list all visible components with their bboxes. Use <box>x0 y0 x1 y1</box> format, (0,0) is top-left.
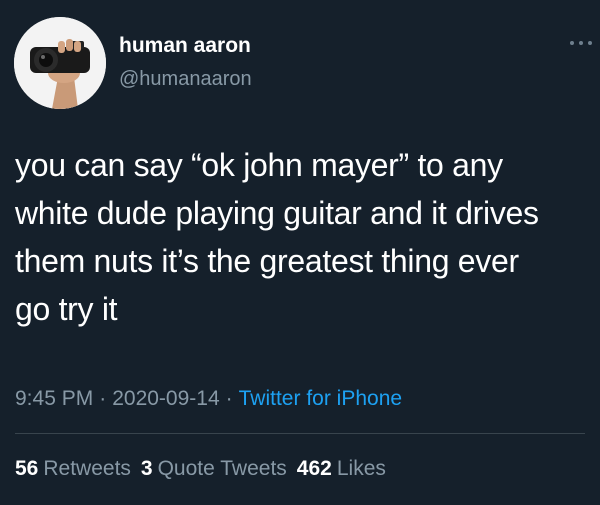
likes-stat[interactable]: 462 Likes <box>297 456 386 482</box>
retweets-label: Retweets <box>43 457 131 480</box>
divider <box>15 433 585 434</box>
tweet-time[interactable]: 9:45 PM <box>15 387 93 410</box>
tweet-metadata: 9:45 PM · 2020-09-14 · Twitter for iPhone <box>15 386 402 412</box>
likes-count: 462 <box>296 457 332 480</box>
retweets-count: 56 <box>15 457 39 480</box>
quote-tweets-label: Quote Tweets <box>157 457 287 480</box>
tweet-stats: 56 Retweets 3 Quote Tweets 462 Likes <box>15 456 396 482</box>
quote-tweets-stat[interactable]: 3 Quote Tweets <box>141 456 287 482</box>
display-name[interactable]: human aaron <box>119 34 251 58</box>
retweets-stat[interactable]: 56 Retweets <box>15 456 131 482</box>
tweet-source-link[interactable]: Twitter for iPhone <box>239 387 402 410</box>
tweet-card: human aaron @humanaaron you can say “ok … <box>0 0 600 505</box>
tweet-text-line: them nuts it’s the greatest thing ever <box>15 243 519 279</box>
likes-label: Likes <box>336 457 386 480</box>
tweet-text: you can say “ok john mayer” to any white… <box>15 141 590 333</box>
avatar[interactable] <box>14 17 106 109</box>
tweet-text-line: white dude playing guitar and it drives <box>15 195 539 231</box>
more-options-icon[interactable] <box>568 36 594 50</box>
avatar-image <box>14 17 106 109</box>
tweet-text-line: you can say “ok john mayer” to any <box>15 147 503 183</box>
meta-separator: · <box>99 387 107 410</box>
user-handle[interactable]: @humanaaron <box>119 67 252 91</box>
quote-tweets-count: 3 <box>140 457 153 480</box>
tweet-date[interactable]: 2020-09-14 <box>112 387 219 410</box>
tweet-text-line: go try it <box>15 291 118 327</box>
meta-separator: · <box>225 387 233 410</box>
